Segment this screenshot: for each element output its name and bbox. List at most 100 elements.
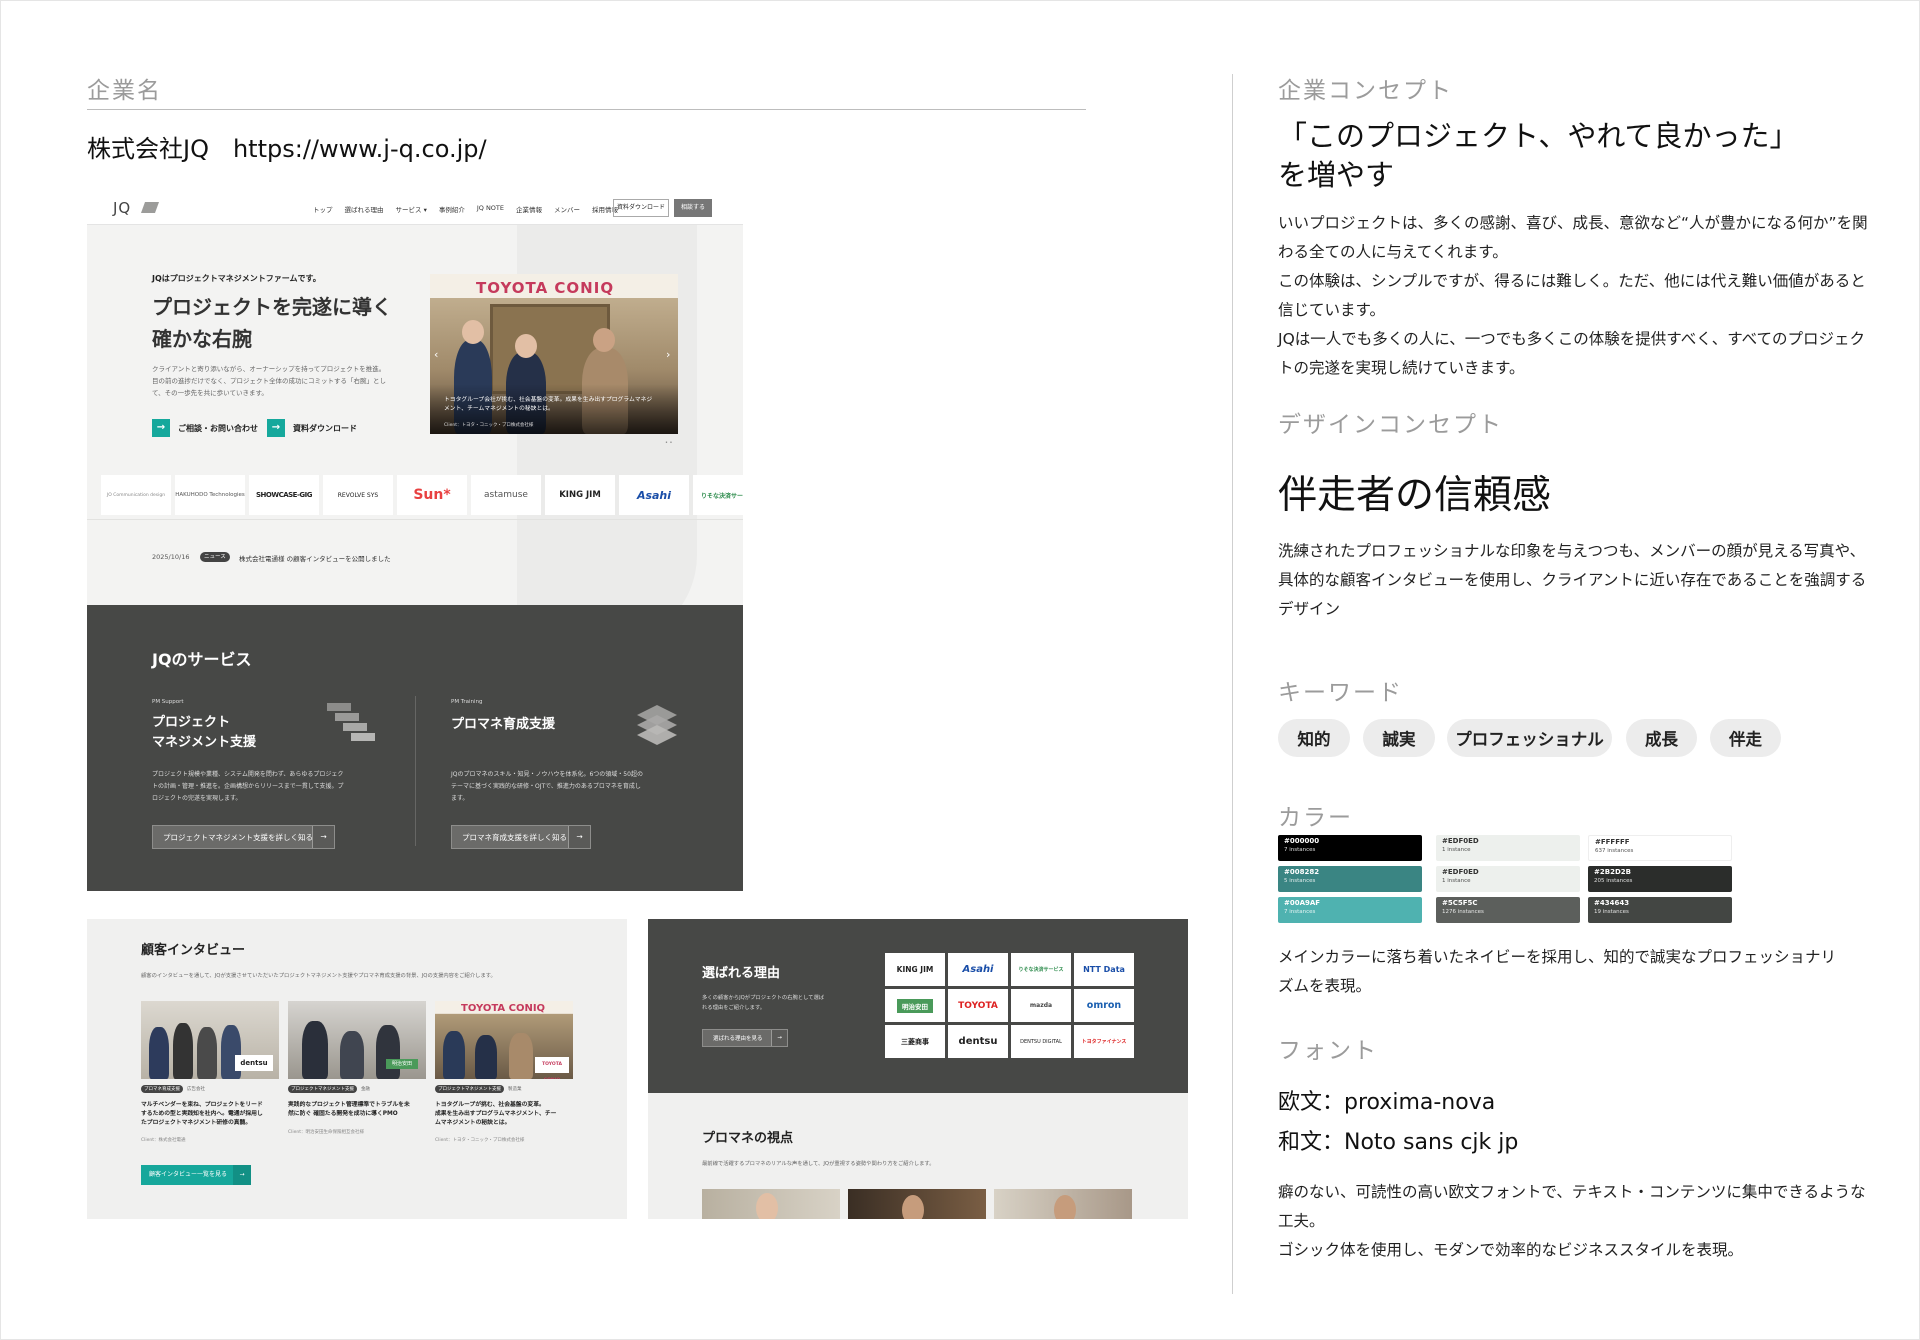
- reason-logo: DENTSU DIGITAL: [1011, 1025, 1071, 1058]
- svc2-desc-line: ます。: [451, 795, 469, 802]
- color-line: ズムを表現。: [1278, 977, 1372, 995]
- keyword-label: キーワード: [1278, 680, 1403, 706]
- slide-caption-line: メント、チームマネジメントの秘訣とは。: [444, 406, 554, 412]
- slide-prev-icon[interactable]: ‹: [434, 348, 438, 361]
- interview-list-button[interactable]: 顧客インタビュー一覧を見る →: [141, 1165, 251, 1185]
- pov-photo[interactable]: [848, 1189, 986, 1219]
- slide-brand-text: TOYOTA CONIQ: [476, 279, 615, 297]
- reason-button[interactable]: 選ばれる理由を見る →: [702, 1029, 788, 1047]
- reason-desc-line: 多くの顧客からJQがプロジェクトの右腕として選ば: [702, 995, 825, 1001]
- card-person: [475, 1035, 497, 1079]
- mock-nav-item[interactable]: JQ NOTE: [477, 204, 504, 214]
- keyword-chip: 誠実: [1363, 719, 1435, 757]
- color-swatch: #2B2D2B 205 instances: [1588, 866, 1732, 892]
- news-text[interactable]: 株式会社電通様 の顧客インタビューを公開しました: [239, 553, 391, 563]
- interview-desc: 顧客のインタビューを通して、JQが支援させていただいたプロジェクトマネジメント支…: [141, 973, 496, 979]
- company-line: 株式会社JQ https://www.j-q.co.jp/: [87, 135, 487, 163]
- concept-label: 企業コンセプト: [1278, 78, 1453, 104]
- mock-nav-item[interactable]: 選ばれる理由: [345, 204, 384, 214]
- svc1-desc-line: トの計画・管理・推進を。企画構想からリリースまで一貫して支援。プ: [152, 783, 344, 790]
- concept-body: いいプロジェクトは、多くの感謝、喜び、成長、意欲など“人が豊かになる何か”を関 …: [1278, 209, 1868, 383]
- color-swatch: #00A9AF 7 instances: [1278, 897, 1422, 923]
- mock-download-button[interactable]: 資料ダウンロード: [613, 199, 669, 217]
- swatch-hex: #008282: [1284, 868, 1320, 876]
- design-label: デザインコンセプト: [1278, 412, 1503, 438]
- svc1-desc-line: プロジェクト規模や業種、システム開発を問わず、あらゆるプロジェク: [152, 771, 344, 778]
- hero-eyebrow: JQはプロジェクトマネジメントファームです。: [152, 274, 321, 283]
- card-brand: dentsu: [235, 1055, 273, 1071]
- card-text-line: するための型と実践知を社内へ。電通が採用し: [141, 1111, 263, 1117]
- card-client: Client：トヨタ・コニック・プロ株式会社様: [435, 1138, 525, 1143]
- color-body: メインカラーに落ち着いたネイビーを採用し、知的で誠実なプロフェッショナリ ズムを…: [1278, 943, 1836, 1001]
- color-swatch: #5C5F5C 1276 instances: [1436, 897, 1580, 923]
- hero-download-label: 資料ダウンロード: [293, 423, 357, 433]
- swatch-hex: #434643: [1594, 899, 1630, 907]
- reason-logo: Asahi: [948, 953, 1008, 986]
- reason-desc: 多くの顧客からJQがプロジェクトの右腕として選ば れる理由をご紹介します。: [702, 993, 824, 1013]
- svc1-button[interactable]: プロジェクトマネジメント支援を詳しく知る →: [152, 825, 335, 849]
- interview-card-image[interactable]: TOYOTA CONIQ TOYOTA CONIQ: [435, 1001, 573, 1079]
- reason-logo: omron: [1074, 989, 1134, 1022]
- interview-card-image[interactable]: 明治安田: [288, 1001, 426, 1079]
- keyword-chip: 知的: [1278, 719, 1350, 757]
- card-tag: プロジェクトマネジメント支援: [288, 1085, 357, 1093]
- slide-next-icon[interactable]: ›: [666, 348, 670, 361]
- client-logo: KING JIM: [545, 475, 615, 515]
- reason-button-label: 選ばれる理由を見る: [713, 1036, 763, 1042]
- hero-download-cta[interactable]: → 資料ダウンロード: [267, 419, 357, 437]
- mock-nav-item[interactable]: サービス ▾: [396, 204, 427, 214]
- concept-line: 信じています。: [1278, 301, 1385, 319]
- slide-pager-dots-icon[interactable]: • •: [665, 440, 673, 446]
- concept-line: わる全ての人に与えてくれます。: [1278, 243, 1508, 261]
- card-person: [509, 1033, 533, 1079]
- swatch-hex: #5C5F5C: [1442, 899, 1478, 907]
- svc1-title-line: マネジメント支援: [152, 735, 257, 750]
- keyword-chip: 伴走: [1710, 719, 1781, 757]
- mock-contact-button[interactable]: 相談する: [674, 199, 712, 217]
- arrow-icon: →: [233, 1165, 251, 1185]
- mock-nav-item[interactable]: メンバー: [554, 204, 580, 214]
- swatch-count: 1 instance: [1442, 878, 1471, 884]
- reason-logo: TOYOTA: [948, 989, 1008, 1022]
- card-text[interactable]: マルチベンダーを束ね、プロジェクトをリード するための型と実践知を社内へ。電通が…: [141, 1101, 283, 1128]
- hero-slide-image[interactable]: TOYOTA CONIQ トヨタグループ会社が挑む、社会基盤の変革。成果を生み出…: [430, 274, 678, 434]
- pov-photo[interactable]: [702, 1189, 840, 1219]
- interview-title: 顧客インタビュー: [141, 943, 246, 958]
- news-divider: [87, 519, 743, 520]
- keyword-chip: 成長: [1626, 719, 1697, 757]
- reason-logo: トヨタファイナンス: [1074, 1025, 1134, 1058]
- font-line: 工夫。: [1278, 1212, 1325, 1230]
- color-swatch: #008282 5 instances: [1278, 866, 1422, 892]
- client-logo: JO Communication design: [101, 475, 171, 515]
- reason-title: 選ばれる理由: [702, 966, 781, 981]
- keyword-chip: プロフェッショナル: [1447, 719, 1612, 757]
- svc2-button-label: プロマネ育成支援を詳しく知る: [462, 832, 567, 842]
- svc2-button[interactable]: プロマネ育成支援を詳しく知る →: [451, 825, 591, 849]
- pov-person-head: [756, 1193, 778, 1219]
- client-logo: astamuse: [471, 475, 541, 515]
- font-en: 欧文：proxima-nova: [1278, 1090, 1496, 1115]
- site-mockup-main: JQ トップ 選ばれる理由 サービス ▾ 事例紹介 JQ NOTE 企業情報 メ…: [87, 191, 743, 891]
- card-text[interactable]: 実践的なプロジェクト管理標準でトラブルを未 然に防ぐ 確固たる開発を成功に導くP…: [288, 1101, 430, 1119]
- slide-person-head: [515, 334, 537, 358]
- mock-nav-item[interactable]: 事例紹介: [439, 204, 465, 214]
- reason-logo-cell: 明治安田: [885, 989, 945, 1022]
- card-person: [302, 1021, 328, 1079]
- news-tag: ニュース: [200, 552, 230, 562]
- slide-client: Client：トヨタ・コニック・プロ株式会社様: [444, 423, 534, 428]
- client-logo: HAKUHODO Technologies: [175, 475, 245, 515]
- hero-contact-cta[interactable]: → ご相談・お問い合わせ: [152, 419, 258, 437]
- reason-logo: りそな決済サービス: [1011, 953, 1071, 986]
- mock-nav-item[interactable]: トップ: [313, 204, 333, 214]
- pov-photo[interactable]: [994, 1189, 1132, 1219]
- interview-card-image[interactable]: dentsu: [141, 1001, 279, 1079]
- color-swatch: #EDF0ED 1 instance: [1436, 866, 1580, 892]
- svc1-desc-line: ロジェクトの完遂を実現します。: [152, 795, 242, 802]
- slide-caption: トヨタグループ会社が挑む、社会基盤の変革。成果を生み出すプログラムマネジ メント…: [444, 396, 652, 414]
- reason-logo: 明治安田: [897, 998, 933, 1013]
- hero-title-line: プロジェクトを完遂に導く: [152, 295, 392, 319]
- card-text[interactable]: トヨタグループが挑む、社会基盤の変革。 成果を生み出すプログラムマネジメント、チ…: [435, 1101, 577, 1128]
- mock-nav-item[interactable]: 企業情報: [516, 204, 542, 214]
- color-swatch-grid: #000000 7 instances #EDF0ED 1 instance #FFFF…: [1278, 835, 1743, 931]
- slide-person-head: [593, 328, 615, 352]
